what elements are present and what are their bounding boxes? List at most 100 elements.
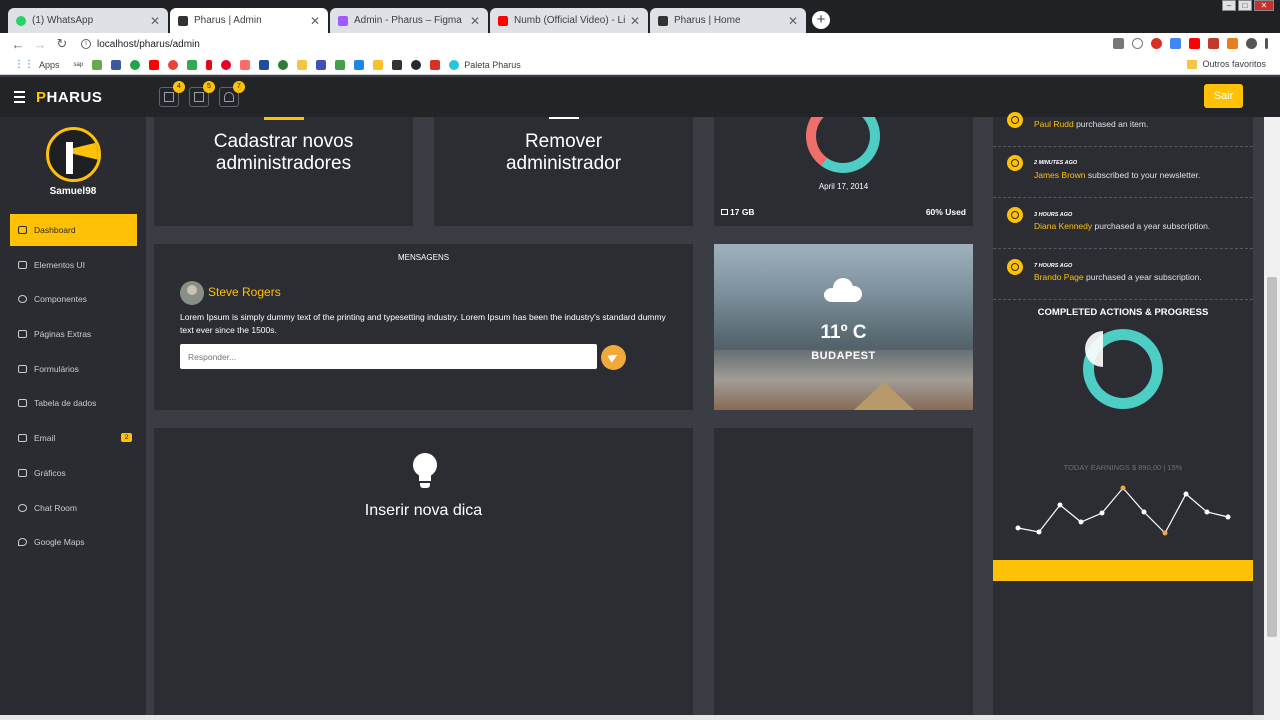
new-tab-button[interactable]: + xyxy=(812,11,830,29)
bookmark-icon[interactable] xyxy=(411,59,422,70)
menu-kebab-icon[interactable] xyxy=(1265,38,1268,49)
address-bar-row: ← → ↻ i localhost/pharus/admin xyxy=(0,33,1280,55)
sidebar-item-google-maps[interactable]: Google Maps xyxy=(10,526,137,558)
extension-icon[interactable] xyxy=(1151,38,1162,49)
sidebar: Samuel98 Dashboard Elementos UI Componen… xyxy=(0,117,146,715)
browser-tab-strip: (1) WhatsApp ✕ Pharus | Admin ✕ Admin - … xyxy=(0,0,1280,33)
youtube-icon xyxy=(149,59,160,70)
browser-tab-pharus-home[interactable]: Pharus | Home ✕ xyxy=(650,8,806,33)
forward-button[interactable]: → xyxy=(29,37,51,52)
feed-item: Paul Rudd purchased an item. xyxy=(993,96,1253,147)
figma-icon xyxy=(338,15,348,26)
extension-icon[interactable] xyxy=(1170,38,1181,49)
bookmark-icon[interactable] xyxy=(430,59,441,70)
new-tip-card[interactable]: Inserir nova dica xyxy=(154,428,693,715)
close-tab-icon[interactable]: ✕ xyxy=(150,14,160,28)
browser-tab-whatsapp[interactable]: (1) WhatsApp ✕ xyxy=(8,8,168,33)
pharus-favicon-icon xyxy=(658,15,668,26)
bookmark-icon[interactable] xyxy=(92,59,103,70)
key-icon[interactable] xyxy=(1113,38,1124,49)
scrollbar-thumb[interactable] xyxy=(1267,277,1277,637)
bookmark-favicon-icon xyxy=(354,59,365,70)
close-tab-icon[interactable]: ✕ xyxy=(788,14,798,28)
sidebar-item-dashboard[interactable]: Dashboard xyxy=(10,214,137,246)
back-button[interactable]: ← xyxy=(7,37,29,52)
bell-icon xyxy=(224,92,234,102)
extension-icon[interactable] xyxy=(1189,38,1200,49)
bookmark-icon[interactable] xyxy=(259,59,270,70)
bookmark-icon[interactable] xyxy=(354,59,365,70)
browser-tab-youtube[interactable]: Numb (Official Video) - Linkin Pa ✕ xyxy=(490,8,648,33)
browser-tab-pharus-admin[interactable]: Pharus | Admin ✕ xyxy=(170,8,328,33)
sidebar-item-componentes[interactable]: Componentes xyxy=(10,283,137,315)
sidebar-item-elementos-ui[interactable]: Elementos UI xyxy=(10,249,137,281)
close-tab-icon[interactable]: ✕ xyxy=(630,14,640,28)
bookmark-icon[interactable] xyxy=(297,59,308,70)
sidebar-item-email[interactable]: Email 2 xyxy=(10,422,137,454)
feed-action-bar[interactable] xyxy=(993,560,1253,581)
pharus-favicon-icon xyxy=(178,15,188,26)
messages-title: MENSAGENS xyxy=(397,253,450,262)
notifications-button[interactable]: 7 xyxy=(219,81,245,107)
storage-size: 17 GB xyxy=(721,207,755,217)
storage-card: April 17, 2014 17 GB 60% Used xyxy=(714,117,973,226)
add-admin-card[interactable]: Cadastrar novos administradores xyxy=(154,117,413,226)
bookmark-icon[interactable] xyxy=(278,59,289,70)
sidebar-item-formularios[interactable]: Formulários xyxy=(10,353,137,385)
bookmark-icon[interactable] xyxy=(316,59,327,70)
messages-button[interactable]: 5 xyxy=(189,81,215,107)
extension-icon[interactable] xyxy=(1227,38,1238,49)
bookmark-icon[interactable] xyxy=(168,59,179,70)
minimize-button[interactable]: – xyxy=(1222,0,1236,11)
bookmark-icon[interactable] xyxy=(130,59,141,70)
remove-admin-card[interactable]: Remover administrador xyxy=(434,117,693,226)
close-tab-icon[interactable]: ✕ xyxy=(310,14,320,28)
bookmark-icon[interactable] xyxy=(111,59,122,70)
send-button[interactable] xyxy=(601,345,626,370)
bookmark-favicon-icon xyxy=(373,59,384,70)
url-field[interactable]: i localhost/pharus/admin xyxy=(81,39,200,50)
close-window-button[interactable]: ✕ xyxy=(1254,0,1274,11)
bookmark-icon[interactable] xyxy=(221,59,232,70)
page-scrollbar[interactable] xyxy=(1264,117,1280,720)
book-icon xyxy=(18,330,27,339)
star-icon[interactable] xyxy=(1132,38,1143,49)
hamburger-menu-icon[interactable] xyxy=(14,91,25,106)
bookmark-paleta-pharus[interactable]: Paleta Pharus xyxy=(449,59,521,70)
bookmark-icon[interactable] xyxy=(187,59,198,70)
empty-card xyxy=(714,428,973,715)
remove-admin-title: Remover administrador xyxy=(505,131,622,174)
bookmark-icon[interactable] xyxy=(392,59,403,70)
bookmark-icon[interactable] xyxy=(206,59,213,70)
sidebar-item-tabela-de-dados[interactable]: Tabela de dados xyxy=(10,387,137,419)
tasks-button[interactable]: 4 xyxy=(159,81,185,107)
extension-icon[interactable] xyxy=(1208,38,1219,49)
reload-button[interactable]: ↻ xyxy=(51,36,73,52)
browser-tab-figma[interactable]: Admin - Pharus – Figma ✕ xyxy=(330,8,488,33)
bookmark-apps[interactable]: ⋮⋮ Apps xyxy=(14,59,60,70)
bookmark-icon[interactable] xyxy=(373,59,384,70)
profile-avatar-icon[interactable] xyxy=(1246,38,1257,49)
weather-city: BUDAPEST xyxy=(811,350,876,362)
sidebar-item-graficos[interactable]: Gráficos xyxy=(10,457,137,489)
avatar[interactable] xyxy=(46,127,101,182)
monitor-icon xyxy=(18,260,27,269)
palette-icon xyxy=(449,59,460,70)
avatar xyxy=(180,281,204,305)
sidebar-item-paginas-extras[interactable]: Páginas Extras xyxy=(10,318,137,350)
bookmark-sap[interactable]: sap xyxy=(69,62,84,68)
brand-logo[interactable]: PHARUS xyxy=(36,89,102,106)
bookmark-icon[interactable] xyxy=(149,59,160,70)
close-tab-icon[interactable]: ✕ xyxy=(470,14,480,28)
info-icon[interactable]: i xyxy=(81,39,91,49)
new-tip-title: Inserir nova dica xyxy=(364,502,483,519)
sidebar-item-chat-room[interactable]: Chat Room xyxy=(10,492,137,524)
bookmark-icon[interactable] xyxy=(240,59,251,70)
bookmark-other-favorites[interactable]: Outros favoritos xyxy=(1187,59,1266,69)
url-text: localhost/pharus/admin xyxy=(97,38,200,50)
maximize-button[interactable]: □ xyxy=(1238,0,1252,11)
reply-input[interactable] xyxy=(180,344,597,369)
messages-card: MENSAGENS Steve Rogers Lorem Ipsum is si… xyxy=(154,244,693,410)
message-author[interactable]: Steve Rogers xyxy=(208,285,281,299)
bookmark-icon[interactable] xyxy=(335,59,346,70)
